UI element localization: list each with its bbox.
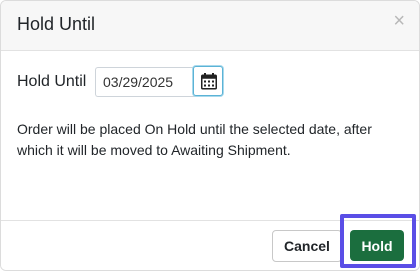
hold-description: Order will be placed On Hold until the s… (17, 121, 372, 158)
cancel-button[interactable]: Cancel (272, 230, 342, 262)
calendar-icon (201, 73, 217, 90)
dialog-header: Hold Until × (1, 1, 419, 51)
close-icon[interactable]: × (393, 11, 405, 31)
hold-until-field: Hold Until (17, 66, 403, 99)
hold-until-label: Hold Until (17, 73, 87, 90)
calendar-button[interactable] (193, 66, 223, 96)
hold-button[interactable]: Hold (350, 230, 404, 261)
hold-until-date-input[interactable] (95, 67, 201, 97)
dialog-title: Hold Until (17, 14, 96, 34)
